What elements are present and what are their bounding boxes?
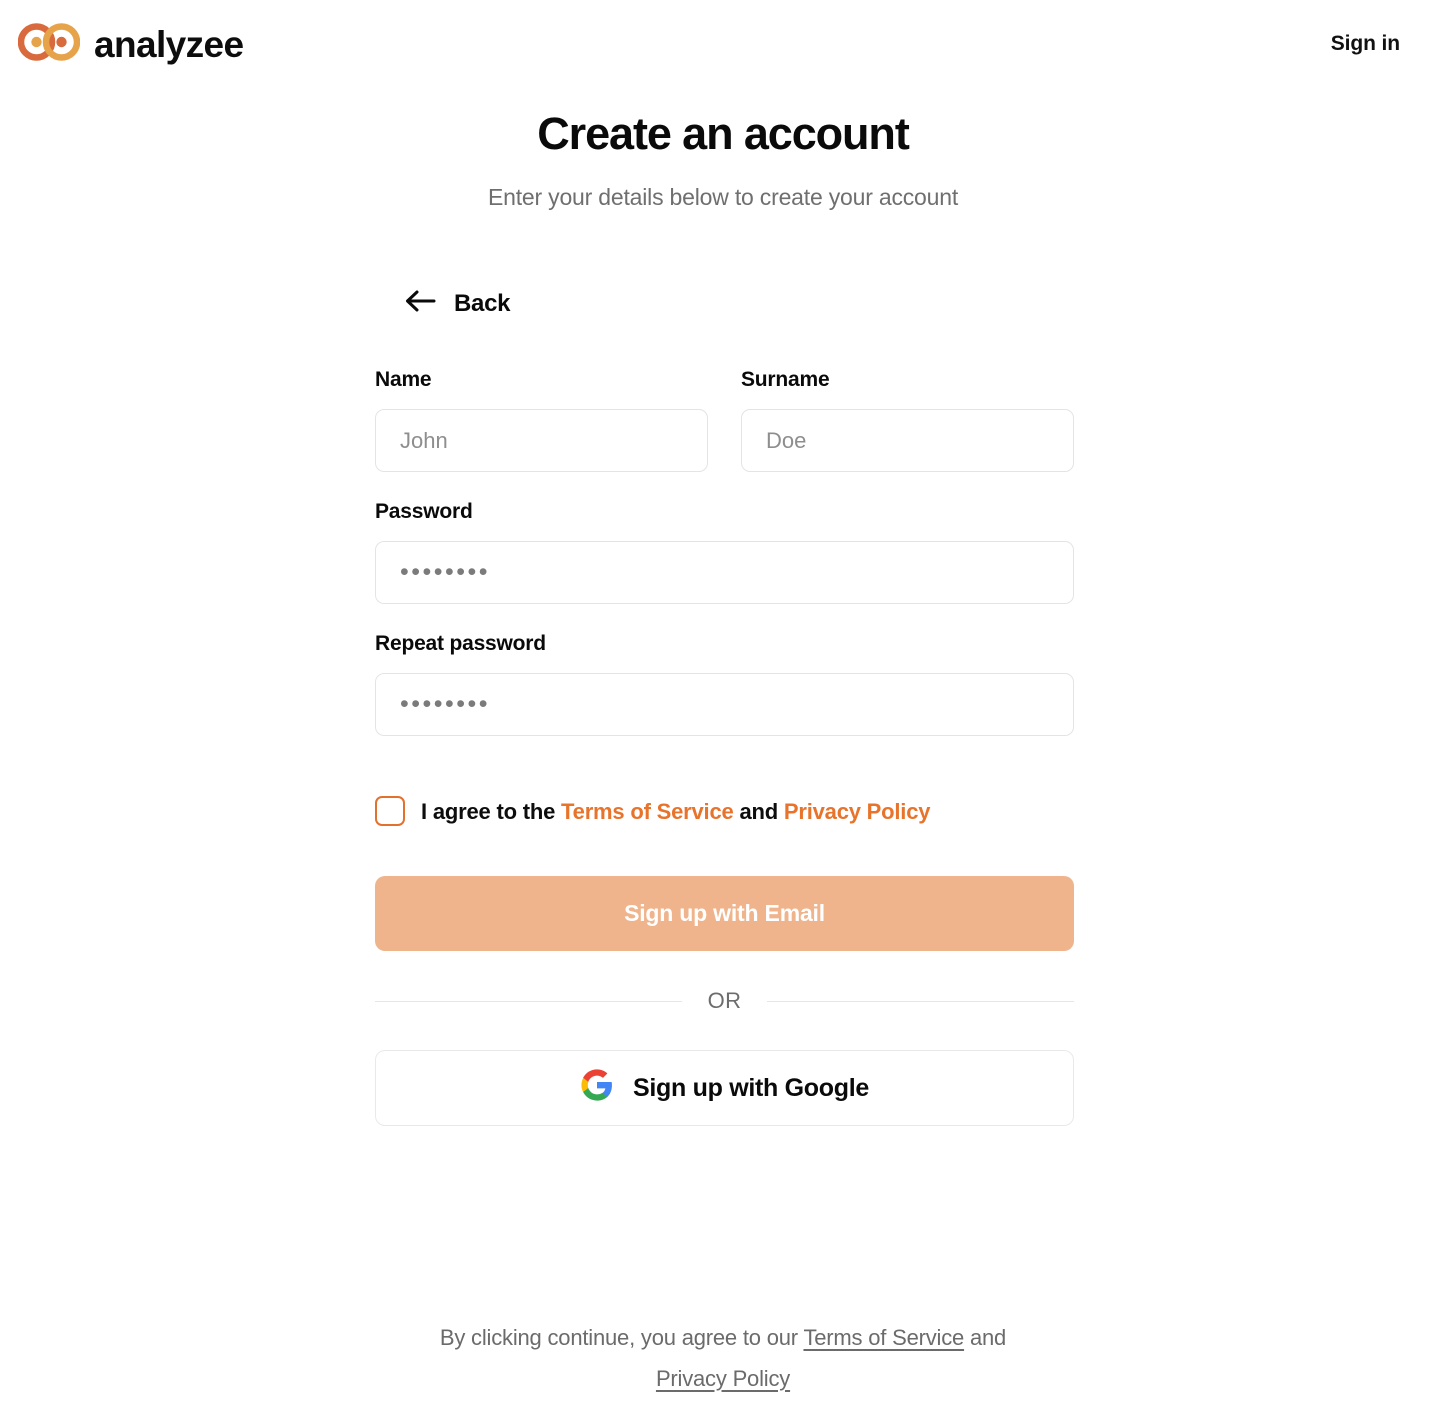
brand-name: analyzee	[94, 23, 244, 65]
divider-line-left	[375, 1000, 682, 1002]
brand[interactable]: analyzee	[17, 20, 244, 69]
footer: By clicking continue, you agree to our T…	[0, 1318, 1446, 1399]
name-label: Name	[375, 368, 432, 391]
field-repeat-password: Repeat password	[375, 632, 1074, 736]
footer-legal-text: By clicking continue, you agree to our T…	[423, 1318, 1023, 1399]
page-header: Create an account Enter your details bel…	[0, 108, 1446, 211]
sign-in-link[interactable]: Sign in	[1331, 32, 1400, 56]
infinity-rings-logo-icon	[17, 20, 81, 69]
field-password: Password	[375, 500, 1074, 604]
page-title: Create an account	[537, 108, 910, 159]
or-divider: OR	[375, 988, 1074, 1014]
consent-prefix: I agree to the	[421, 799, 562, 824]
repeat-password-input[interactable]	[375, 673, 1074, 736]
surname-label: Surname	[741, 368, 830, 391]
divider-line-right	[767, 1000, 1074, 1002]
google-g-icon	[580, 1068, 614, 1109]
arrow-left-icon	[404, 288, 436, 319]
terms-consent-text: I agree to the Terms of Service and Priv…	[421, 792, 930, 831]
terms-consent-row: I agree to the Terms of Service and Priv…	[375, 792, 1074, 831]
repeat-password-label: Repeat password	[375, 632, 546, 655]
sign-up-with-email-button[interactable]: Sign up with Email	[375, 876, 1074, 952]
back-label: Back	[454, 289, 511, 317]
signup-form: Back Name Surname Password Repeat passwo…	[375, 288, 1074, 1127]
sign-up-with-google-button[interactable]: Sign up with Google	[375, 1050, 1074, 1127]
consent-middle: and	[733, 799, 784, 824]
footer-prefix: By clicking continue, you agree to our	[439, 1325, 804, 1350]
terms-agree-checkbox[interactable]	[375, 796, 405, 826]
divider-label: OR	[707, 988, 742, 1014]
field-name: Name	[375, 368, 708, 472]
field-surname: Surname	[741, 368, 1074, 472]
password-label: Password	[375, 500, 473, 523]
page-subtitle: Enter your details below to create your …	[487, 183, 959, 210]
footer-middle: and	[964, 1325, 1007, 1350]
name-surname-row: Name Surname	[375, 368, 1074, 472]
name-input[interactable]	[375, 409, 708, 472]
terms-of-service-link[interactable]: Terms of Service	[561, 799, 734, 824]
back-button[interactable]: Back	[404, 288, 510, 319]
privacy-policy-link[interactable]: Privacy Policy	[784, 799, 931, 824]
footer-privacy-policy-link[interactable]: Privacy Policy	[656, 1366, 790, 1391]
footer-terms-of-service-link[interactable]: Terms of Service	[803, 1325, 964, 1350]
top-bar: analyzee Sign in	[0, 0, 1446, 88]
google-button-label: Sign up with Google	[633, 1073, 869, 1102]
surname-input[interactable]	[741, 409, 1074, 472]
password-input[interactable]	[375, 541, 1074, 604]
